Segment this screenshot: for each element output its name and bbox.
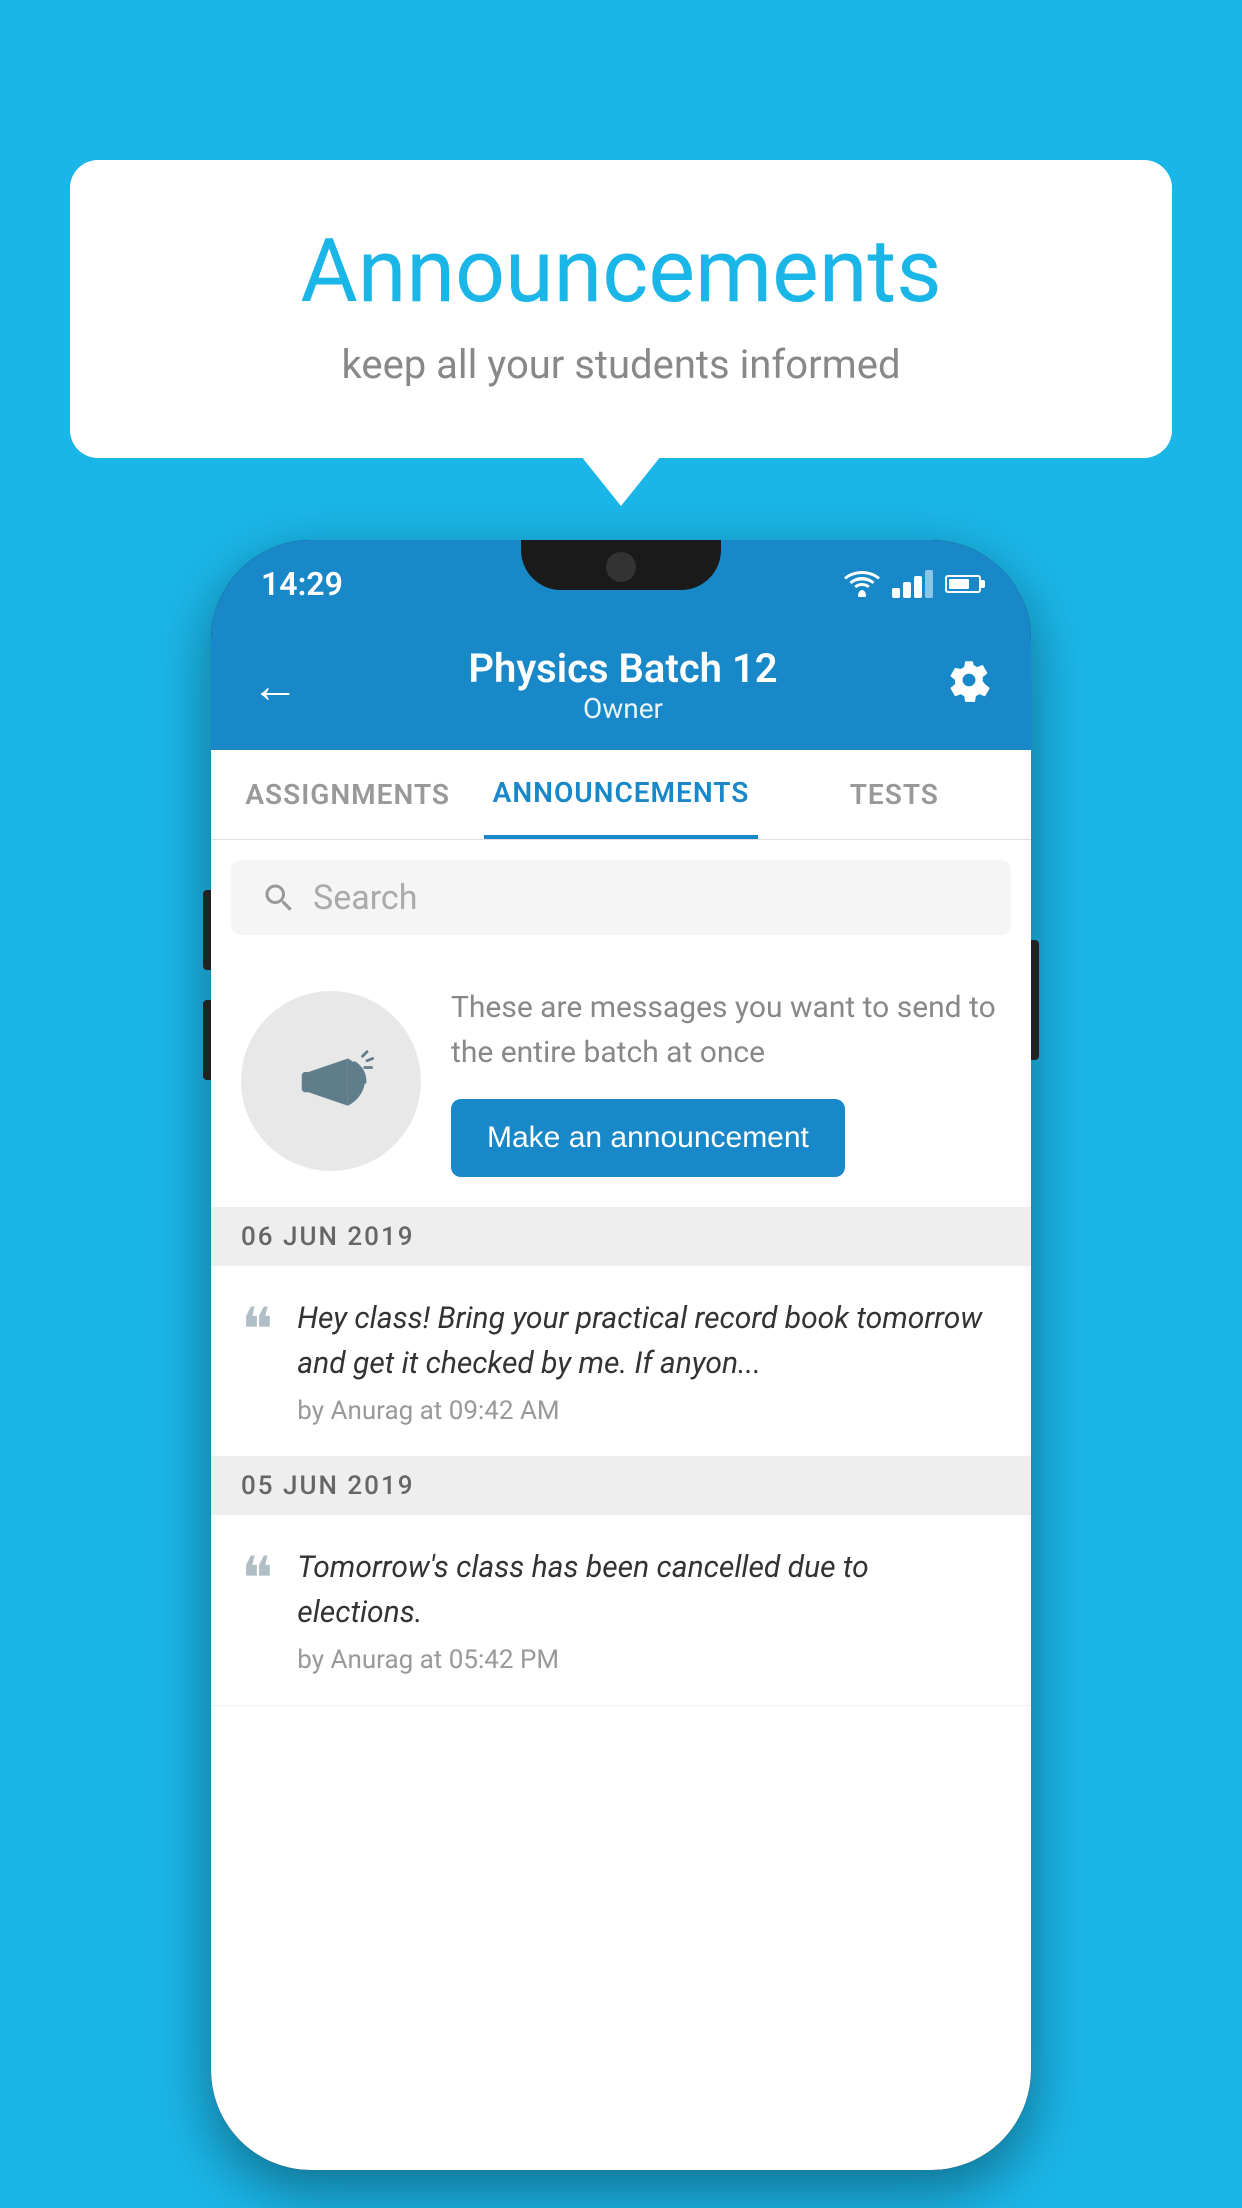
promo-description: These are messages you want to send to t… (451, 985, 1001, 1075)
tabs-bar: ASSIGNMENTS ANNOUNCEMENTS TESTS (211, 750, 1031, 840)
promo-icon-circle (241, 991, 421, 1171)
phone-screen: 14:29 (211, 540, 1031, 2170)
promo-right: These are messages you want to send to t… (451, 985, 1001, 1177)
signal-icon (892, 570, 933, 598)
announcement-item-1[interactable]: ❝ Hey class! Bring your practical record… (211, 1266, 1031, 1457)
tab-tests[interactable]: TESTS (758, 750, 1031, 839)
search-placeholder: Search (313, 878, 417, 918)
announcement-promo: These are messages you want to send to t… (211, 955, 1031, 1208)
announcement-item-2[interactable]: ❝ Tomorrow's class has been cancelled du… (211, 1515, 1031, 1706)
search-icon (261, 880, 297, 916)
battery-icon (945, 575, 981, 593)
megaphone-icon (286, 1036, 376, 1126)
bubble-subtitle: keep all your students informed (150, 341, 1092, 388)
settings-button[interactable] (947, 658, 991, 713)
announcement-text-2: Tomorrow's class has been cancelled due … (297, 1545, 1001, 1635)
wifi-icon (844, 571, 880, 597)
back-button[interactable]: ← (251, 657, 299, 714)
announcement-meta-1: by Anurag at 09:42 AM (297, 1396, 1001, 1426)
make-announcement-button[interactable]: Make an announcement (451, 1099, 845, 1177)
quote-icon-2: ❝ (241, 1549, 273, 1609)
speech-bubble: Announcements keep all your students inf… (70, 160, 1172, 458)
tab-assignments[interactable]: ASSIGNMENTS (211, 750, 484, 839)
phone-body: 14:29 (211, 540, 1031, 2170)
screen-content: Search (211, 840, 1031, 2170)
gear-icon (947, 658, 991, 702)
app-bar-title-area: Physics Batch 12 Owner (468, 645, 777, 725)
speech-bubble-container: Announcements keep all your students inf… (70, 160, 1172, 458)
app-bar-title: Physics Batch 12 (468, 645, 777, 692)
app-bar-subtitle: Owner (468, 692, 777, 725)
front-camera (606, 552, 636, 582)
status-time: 14:29 (261, 557, 343, 603)
announcement-meta-2: by Anurag at 05:42 PM (297, 1645, 1001, 1675)
tab-announcements[interactable]: ANNOUNCEMENTS (484, 750, 757, 839)
announcement-content-2: Tomorrow's class has been cancelled due … (297, 1545, 1001, 1675)
date-separator-2: 05 JUN 2019 (211, 1457, 1031, 1515)
status-icons (844, 562, 981, 598)
phone-container: 14:29 (211, 540, 1031, 2170)
phone-notch (521, 540, 721, 590)
announcement-text-1: Hey class! Bring your practical record b… (297, 1296, 1001, 1386)
quote-icon-1: ❝ (241, 1300, 273, 1360)
bubble-title: Announcements (150, 220, 1092, 323)
app-bar: ← Physics Batch 12 Owner (211, 620, 1031, 750)
announcement-content-1: Hey class! Bring your practical record b… (297, 1296, 1001, 1426)
date-separator-1: 06 JUN 2019 (211, 1208, 1031, 1266)
search-bar[interactable]: Search (231, 860, 1011, 935)
